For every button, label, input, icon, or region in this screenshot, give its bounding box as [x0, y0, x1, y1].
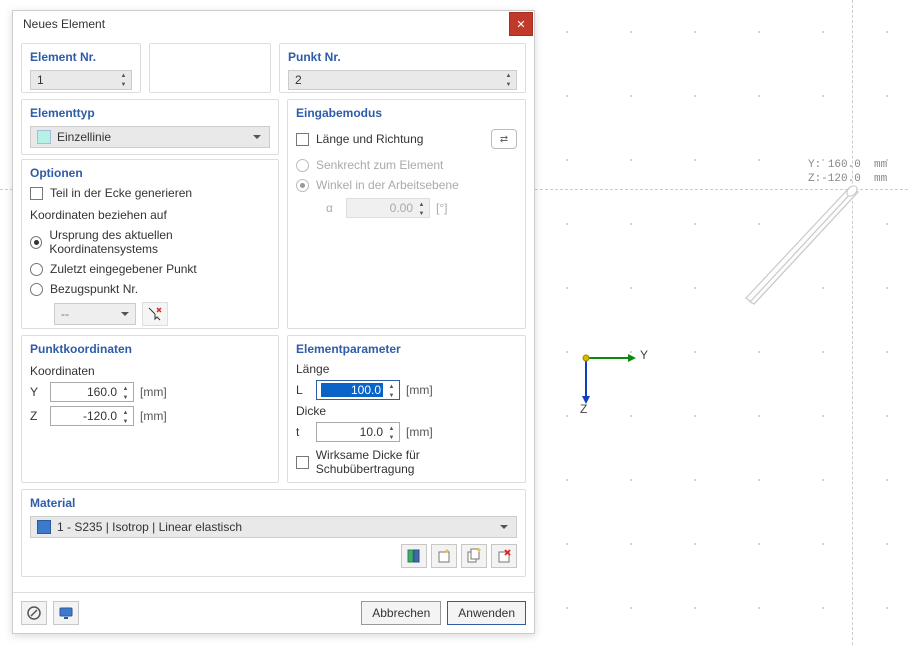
help-button[interactable] [21, 601, 47, 625]
L-unit: [mm] [406, 383, 433, 397]
spinner-icon[interactable]: ▲▼ [119, 384, 132, 402]
panel-title: Material [30, 496, 517, 510]
thickness-label: Dicke [296, 404, 517, 418]
t-unit: [mm] [406, 425, 433, 439]
y-label: Y [30, 385, 44, 399]
alpha-input: 0.00 ▲▼ [346, 198, 430, 218]
panel-title: Punkt Nr. [288, 50, 517, 64]
dialog-new-element: Neues Element ✕ Element Nr. 1 ▲▼ Punkt N… [12, 10, 535, 634]
material-new-button[interactable] [431, 544, 457, 568]
close-button[interactable]: ✕ [509, 12, 533, 36]
L-label: L [296, 383, 310, 397]
display-settings-button[interactable] [53, 601, 79, 625]
spinner-icon[interactable]: ▲▼ [385, 424, 398, 442]
checkbox-effective-thickness[interactable]: Wirksame Dicke für Schubübertragung [296, 448, 517, 476]
length-input[interactable]: 100.0 ▲▼ [316, 380, 400, 400]
thickness-input[interactable]: 10.0 ▲▼ [316, 422, 400, 442]
koordinaten-label: Koordinaten [30, 364, 270, 378]
spinner-icon[interactable]: ▲▼ [116, 71, 131, 89]
punkt-nr-input[interactable]: 2 ▲▼ [288, 70, 517, 90]
y-input[interactable]: 160.0 ▲▼ [50, 382, 134, 402]
combo-value: Einzellinie [57, 130, 111, 144]
delete-icon [496, 548, 512, 564]
radio-icon [30, 283, 43, 296]
z-unit: [mm] [140, 409, 167, 423]
panel-title: Elementparameter [296, 342, 517, 356]
panel-elementtyp: Elementtyp Einzellinie [21, 99, 279, 155]
radio-icon [296, 159, 309, 172]
y-unit: [mm] [140, 385, 167, 399]
radio-last-point[interactable]: Zuletzt eingegebener Punkt [30, 262, 270, 276]
axis-z-label: Z [580, 402, 587, 416]
panel-material: Material 1 - S235 | Isotrop | Linear ela… [21, 489, 526, 577]
cancel-button[interactable]: Abbrechen [361, 601, 441, 625]
radio-origin[interactable]: Ursprung des aktuellen Koordinatensystem… [30, 228, 270, 256]
checkbox-icon [296, 133, 309, 146]
panel-title: Elementtyp [30, 106, 270, 120]
material-copy-button[interactable] [461, 544, 487, 568]
close-icon: ✕ [516, 18, 525, 31]
panel-title: Punktkoordinaten [30, 342, 270, 356]
spinner-icon[interactable]: ▲▼ [119, 408, 132, 426]
spinner-icon: ▲▼ [415, 200, 428, 218]
radio-refpoint[interactable]: Bezugspunkt Nr. [30, 282, 270, 296]
radio-icon [296, 179, 309, 192]
panel-title: Eingabemodus [296, 106, 517, 120]
t-label: t [296, 425, 310, 439]
copy-icon [466, 548, 482, 564]
spinner-icon[interactable]: ▲▼ [385, 382, 398, 400]
apply-button[interactable]: Anwenden [447, 601, 526, 625]
panel-element-nr: Element Nr. 1 ▲▼ [21, 43, 141, 93]
panel-punktkoordinaten: Punktkoordinaten Koordinaten Y 160.0 ▲▼ … [21, 335, 279, 483]
panel-empty [149, 43, 271, 93]
panel-title: Optionen [30, 166, 270, 180]
swap-icon: ⇄ [500, 134, 508, 145]
checkbox-icon [296, 456, 309, 469]
help-icon [26, 605, 42, 621]
radio-icon [30, 263, 43, 276]
material-library-button[interactable] [401, 544, 427, 568]
combo-value: 1 - S235 | Isotrop | Linear elastisch [57, 520, 242, 534]
panel-optionen: Optionen Teil in der Ecke generieren Koo… [21, 159, 279, 329]
coord-ref-label: Koordinaten beziehen auf [30, 208, 270, 222]
coordinate-readout: Y: 160.0 mm Z:-120.0 mm [808, 158, 887, 186]
material-delete-button[interactable] [491, 544, 517, 568]
crosshair-vertical [852, 0, 853, 645]
z-input[interactable]: -120.0 ▲▼ [50, 406, 134, 426]
spinner-icon[interactable]: ▲▼ [501, 71, 516, 89]
dialog-title: Neues Element [23, 17, 508, 31]
swap-direction-button[interactable]: ⇄ [491, 129, 517, 149]
dialog-footer: Abbrechen Anwenden [13, 592, 534, 633]
coordinate-system-icon: Y Z [578, 350, 668, 440]
checkbox-length-direction[interactable]: Länge und Richtung [296, 132, 491, 146]
panel-title: Element Nr. [30, 50, 132, 64]
pick-point-icon [147, 306, 163, 322]
color-swatch-icon [37, 520, 51, 534]
element-preview [740, 180, 870, 310]
refpoint-combo[interactable]: -- [54, 303, 136, 325]
checkbox-teil-ecke[interactable]: Teil in der Ecke generieren [30, 186, 270, 200]
axis-y-label: Y [640, 348, 648, 362]
new-icon [436, 548, 452, 564]
panel-elementparameter: Elementparameter Länge L 100.0 ▲▼ [mm] D… [287, 335, 526, 483]
z-label: Z [30, 409, 44, 423]
radio-icon [30, 236, 42, 249]
elementtyp-combo[interactable]: Einzellinie [30, 126, 270, 148]
panel-punkt-nr: Punkt Nr. 2 ▲▼ [279, 43, 526, 93]
element-nr-input[interactable]: 1 ▲▼ [30, 70, 132, 90]
length-label: Länge [296, 362, 517, 376]
dialog-titlebar[interactable]: Neues Element ✕ [13, 11, 534, 37]
monitor-icon [58, 605, 74, 621]
checkbox-icon [30, 187, 43, 200]
pick-point-button[interactable] [142, 302, 168, 326]
material-combo[interactable]: 1 - S235 | Isotrop | Linear elastisch [30, 516, 517, 538]
color-swatch-icon [37, 130, 51, 144]
book-icon [406, 548, 422, 564]
